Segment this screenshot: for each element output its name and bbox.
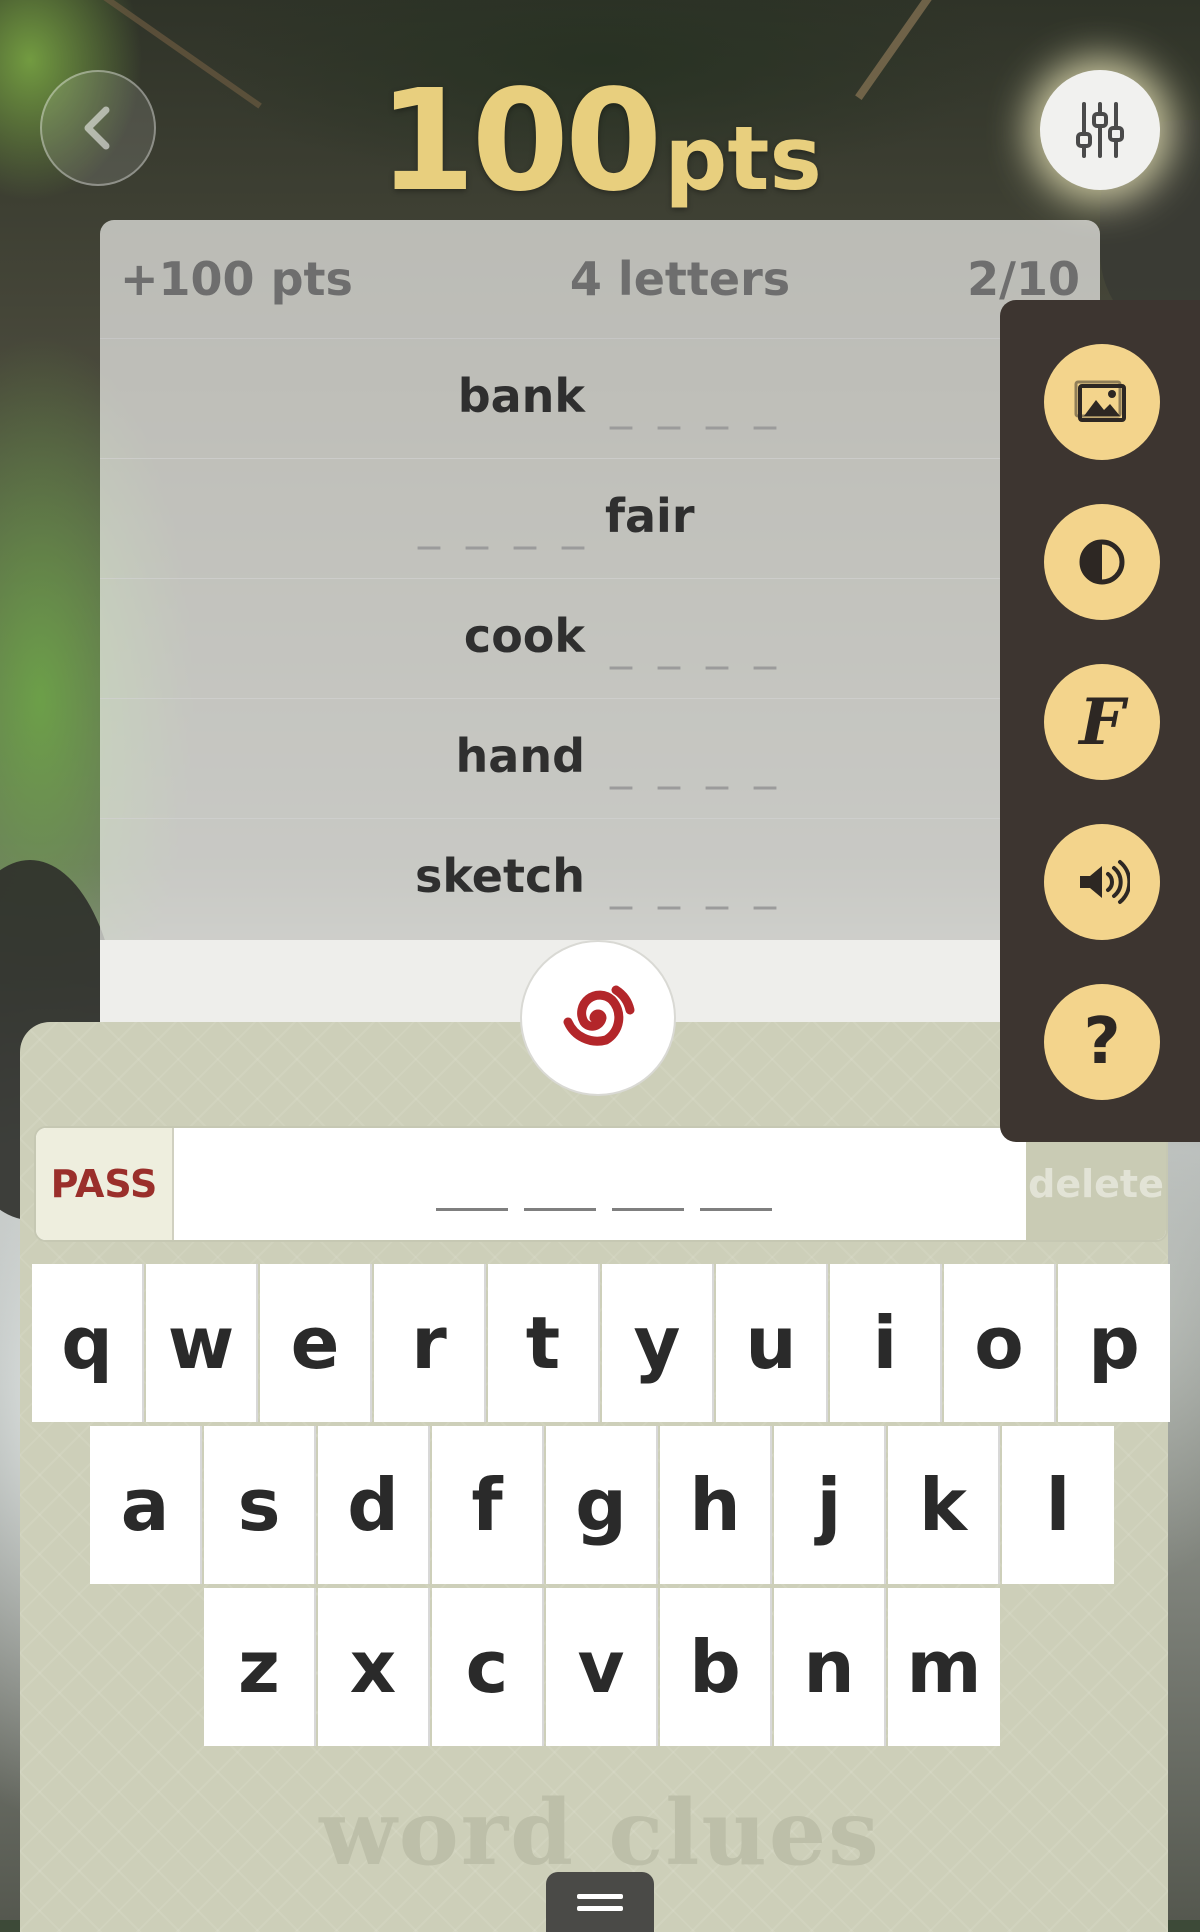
help-button[interactable]: ? [1044,984,1160,1100]
key-l[interactable]: l [1002,1426,1114,1584]
pass-button[interactable]: PASS [36,1128,174,1240]
hint-button[interactable] [520,940,676,1096]
key-w[interactable]: w [146,1264,258,1422]
clue-word: hand [455,729,585,783]
key-g[interactable]: g [546,1426,658,1584]
clue-word: cook [463,609,585,663]
key-y[interactable]: y [602,1264,714,1422]
progress-label: 2/10 [967,252,1080,306]
settings-button[interactable] [1040,70,1160,190]
contrast-button[interactable] [1044,504,1160,620]
contrast-icon [1079,539,1125,585]
clue-blanks: _ _ _ _ [610,739,782,790]
clue-blanks: _ _ _ _ [610,379,782,430]
help-icon: ? [1083,1005,1121,1079]
menu-handle-icon [577,1905,623,1911]
key-q[interactable]: q [32,1264,144,1422]
answer-input[interactable] [174,1128,1026,1240]
delete-button[interactable]: delete [1026,1128,1166,1240]
menu-handle-icon [577,1893,623,1899]
key-b[interactable]: b [660,1588,772,1746]
score-unit: pts [664,107,822,210]
answer-slot [612,1208,684,1211]
key-x[interactable]: x [318,1588,430,1746]
key-t[interactable]: t [488,1264,600,1422]
key-v[interactable]: v [546,1588,658,1746]
key-f[interactable]: f [432,1426,544,1584]
key-z[interactable]: z [204,1588,316,1746]
clue-blanks: _ _ _ _ [418,499,590,550]
key-h[interactable]: h [660,1426,772,1584]
letters-label: 4 letters [569,252,791,306]
clue-row: bank _ _ _ _ [100,339,1100,459]
points-label: +100 pts [120,252,353,306]
answer-bar: PASS delete [34,1126,1168,1242]
clue-word: sketch [415,849,585,903]
font-button[interactable]: F [1044,664,1160,780]
key-i[interactable]: i [830,1264,942,1422]
score-value: 100 [378,60,662,223]
key-u[interactable]: u [716,1264,828,1422]
app-wordmark: word clues [319,1780,881,1886]
key-k[interactable]: k [888,1426,1000,1584]
key-s[interactable]: s [204,1426,316,1584]
font-icon: F [1079,684,1125,760]
key-a[interactable]: a [90,1426,202,1584]
answer-slot [524,1208,596,1211]
background-image-button[interactable] [1044,344,1160,460]
image-icon [1074,380,1126,422]
key-r[interactable]: r [374,1264,486,1422]
key-o[interactable]: o [944,1264,1056,1422]
answer-slot [436,1208,508,1211]
clue-row: sketch _ _ _ _ [100,819,1100,938]
key-m[interactable]: m [888,1588,1000,1746]
key-n[interactable]: n [774,1588,886,1746]
menu-handle-button[interactable] [546,1872,654,1932]
clue-word: bank [457,369,585,423]
key-e[interactable]: e [260,1264,372,1422]
sliders-icon [1076,102,1124,158]
key-d[interactable]: d [318,1426,430,1584]
answer-slot [700,1208,772,1211]
speaker-icon [1080,860,1130,904]
key-c[interactable]: c [432,1588,544,1746]
clue-panel-header: +100 pts 4 letters 2/10 [100,220,1100,339]
clue-blanks: _ _ _ _ [610,859,782,910]
key-p[interactable]: p [1058,1264,1170,1422]
clue-panel: +100 pts 4 letters 2/10 bank _ _ _ _ _ _… [100,220,1100,1040]
score-display: 100pts [0,60,1200,223]
clue-row: _ _ _ _ fair [100,459,1100,579]
clue-row: cook _ _ _ _ [100,579,1100,699]
clue-blanks: _ _ _ _ [610,619,782,670]
key-j[interactable]: j [774,1426,886,1584]
sound-button[interactable] [1044,824,1160,940]
clue-row: hand _ _ _ _ [100,699,1100,819]
spiral-logo-icon [563,985,635,1046]
side-menu: F ? [1000,300,1200,1142]
clue-word: fair [605,489,695,543]
